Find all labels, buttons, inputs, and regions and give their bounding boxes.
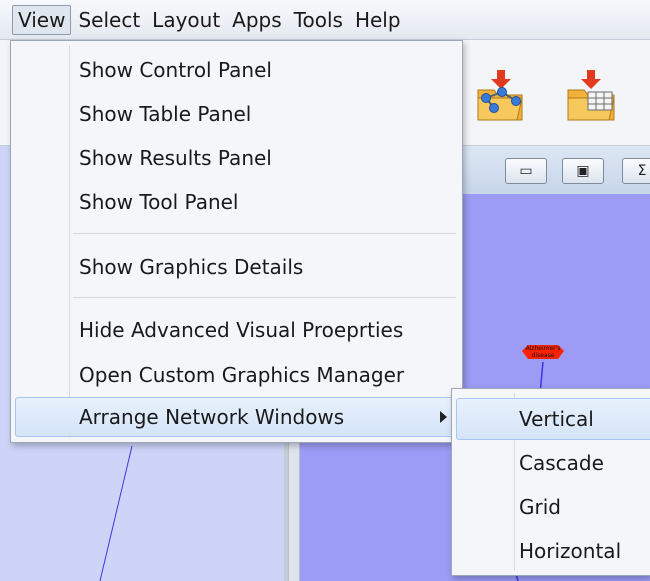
menu-layout[interactable]: Layout [147, 6, 225, 34]
menu-apps[interactable]: Apps [227, 6, 287, 34]
menu-separator [73, 297, 456, 298]
submenu-item-vertical[interactable]: Vertical [456, 398, 650, 440]
menu-item-hide-advanced-visual-properties[interactable]: Hide Advanced Visual Proeprties [15, 310, 458, 350]
submenu-item-cascade[interactable]: Cascade [456, 442, 650, 484]
arrange-network-windows-submenu: Vertical Cascade Grid Horizontal [451, 388, 650, 576]
menu-item-arrange-network-windows[interactable]: Arrange Network Windows [15, 397, 458, 437]
menu-item-label: Arrange Network Windows [79, 405, 345, 429]
node-label-line1: Alzheimer's [526, 345, 561, 352]
menu-select[interactable]: Select [73, 6, 145, 34]
submenu-arrow-icon [440, 411, 447, 423]
menu-bar: View Select Layout Apps Tools Help [0, 0, 650, 40]
close-button[interactable]: Σ [622, 158, 650, 184]
import-table-icon[interactable] [564, 68, 622, 126]
view-menu: Show Control Panel Show Table Panel Show… [10, 40, 463, 443]
menu-item-show-table-panel[interactable]: Show Table Panel [15, 94, 458, 134]
menu-item-show-results-panel[interactable]: Show Results Panel [15, 138, 458, 178]
submenu-item-horizontal[interactable]: Horizontal [456, 530, 650, 572]
menu-help[interactable]: Help [350, 6, 406, 34]
node-label-line2: disease [532, 352, 555, 359]
submenu-item-grid[interactable]: Grid [456, 486, 650, 528]
restore-button[interactable]: ▣ [562, 158, 604, 184]
menu-view[interactable]: View [12, 4, 72, 35]
menu-item-open-custom-graphics-manager[interactable]: Open Custom Graphics Manager [15, 355, 458, 395]
minimize-button[interactable]: ▭ [505, 158, 547, 184]
import-network-icon[interactable] [472, 68, 530, 126]
menu-tools[interactable]: Tools [289, 6, 348, 34]
menu-item-show-control-panel[interactable]: Show Control Panel [15, 50, 458, 90]
menu-item-show-tool-panel[interactable]: Show Tool Panel [15, 182, 458, 222]
menu-item-show-graphics-details[interactable]: Show Graphics Details [15, 247, 458, 287]
menu-separator [73, 233, 456, 234]
